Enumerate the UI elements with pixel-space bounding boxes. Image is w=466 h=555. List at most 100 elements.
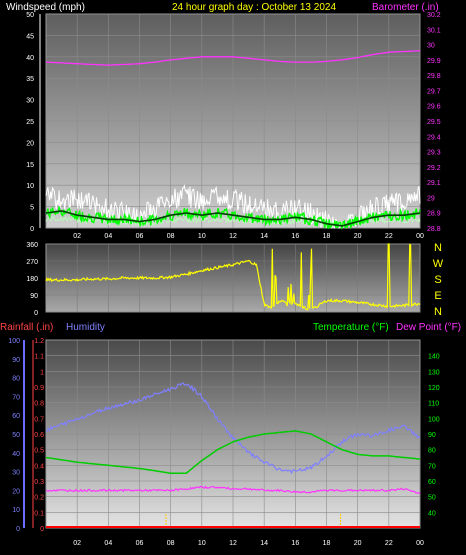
hour-tick-label: 22 [385,233,393,240]
humidity-tick-label: 80 [12,376,20,383]
temperature-tick-label: 70 [428,463,436,470]
rain-tick-label: 0 [40,526,44,533]
hour-tick-label: 12 [229,233,237,240]
hour-tick-label: 18 [323,540,331,547]
barometer-tick-label: 28.8 [427,226,441,233]
hour-tick-label: 12 [229,540,237,547]
wind-tick-label: 50 [26,12,34,19]
barometer-tick-label: 29.1 [427,180,441,187]
hour-tick-label: 14 [260,540,268,547]
direction-tick-label: 270 [26,259,38,266]
wind-tick-label: 20 [26,140,34,147]
hour-tick-label: 02 [73,540,81,547]
hour-tick-label: 18 [323,233,331,240]
rain-tick-label: 0.4 [34,463,44,470]
barometer-tick-label: 29.4 [427,134,441,141]
compass-label: N [434,242,442,254]
direction-tick-label: 360 [26,242,38,249]
hour-tick-label: 20 [354,233,362,240]
temperature-tick-label: 120 [428,385,440,392]
hour-tick-label: 22 [385,540,393,547]
barometer-tick-label: 30.2 [427,12,441,19]
humidity-tick-label: 40 [12,451,20,458]
rain-tick-label: 0.3 [34,479,44,486]
temperature-tick-label: 90 [428,432,436,439]
humidity-tick-label: 20 [12,488,20,495]
hour-tick-label: 06 [136,540,144,547]
wind-tick-label: 30 [26,98,34,105]
humidity-axis-label: Humidity [66,322,105,333]
graph-title: 24 hour graph day : October 13 2024 [172,2,336,13]
wind-tick-label: 25 [26,119,34,126]
humidity-tick-label: 50 [12,432,20,439]
hour-tick-label: 16 [291,540,299,547]
humidity-tick-label: 90 [12,357,20,364]
wind-tick-label: 0 [30,226,34,233]
rain-tick-label: 0.2 [34,495,44,502]
temperature-tick-label: 40 [428,510,436,517]
barometer-tick-label: 29.3 [427,150,441,157]
barometer-tick-label: 29.7 [427,88,441,95]
barometer-tick-label: 29.2 [427,165,441,172]
rain-tick-label: 1 [40,369,44,376]
humidity-tick-label: 100 [8,338,20,345]
hour-tick-label: 14 [260,233,268,240]
wind-axis-label: Windspeed (mph) [6,2,85,13]
temperature-tick-label: 80 [428,448,436,455]
hour-tick-label: 10 [198,233,206,240]
barometer-tick-label: 30.1 [427,27,441,34]
compass-label: S [434,274,441,286]
compass-label: W [433,258,444,270]
hour-tick-label: 10 [198,540,206,547]
weather-graph: Windspeed (mph) 24 hour graph day : Octo… [0,2,461,547]
barometer-tick-label: 29.6 [427,104,441,111]
hour-tick-label: 04 [104,540,112,547]
wind-tick-label: 45 [26,33,34,40]
rain-tick-label: 0.7 [34,416,44,423]
hour-tick-label: 04 [104,233,112,240]
hour-tick-label: 00 [416,233,424,240]
wind-tick-label: 15 [26,162,34,169]
barometer-tick-label: 28.9 [427,211,441,218]
hour-tick-label: 06 [136,233,144,240]
hour-tick-label: 20 [354,540,362,547]
temperature-tick-label: 60 [428,479,436,486]
wind-tick-label: 35 [26,76,34,83]
humidity-tick-label: 30 [12,470,20,477]
compass-label: N [434,306,442,318]
temperature-tick-label: 50 [428,495,436,502]
humidity-tick-label: 70 [12,394,20,401]
direction-tick-label: 0 [34,310,38,317]
hour-tick-label: 02 [73,233,81,240]
humidity-tick-label: 0 [16,526,20,533]
barometer-tick-label: 30 [427,43,435,50]
temperature-tick-label: 140 [428,354,440,361]
humidity-tick-label: 10 [12,507,20,514]
humidity-tick-label: 60 [12,413,20,420]
rain-tick-label: 0.5 [34,448,44,455]
rain-tick-label: 1.2 [34,338,44,345]
barometer-tick-label: 29.9 [427,58,441,65]
wind-tick-label: 40 [26,55,34,62]
temperature-tick-label: 130 [428,369,440,376]
barometer-tick-label: 29 [427,195,435,202]
rain-tick-label: 0.9 [34,385,44,392]
wind-tick-label: 5 [30,205,34,212]
rainfall-axis-label: Rainfall (.in) [0,322,53,333]
temperature-tick-label: 100 [428,416,440,423]
compass-label: E [434,290,441,302]
rain-tick-label: 0.6 [34,432,44,439]
direction-tick-label: 180 [26,276,38,283]
wind-tick-label: 10 [26,183,34,190]
rain-tick-label: 0.8 [34,401,44,408]
rain-tick-label: 1.1 [34,354,44,361]
temperature-axis-label: Temperature (°F) [313,322,389,333]
dewpoint-axis-label: Dew Point (°F) [396,322,461,333]
rain-tick-label: 0.1 [34,510,44,517]
barometer-tick-label: 29.5 [427,119,441,126]
barometer-tick-label: 29.8 [427,73,441,80]
temperature-tick-label: 110 [428,401,439,408]
hour-tick-label: 16 [291,233,299,240]
hour-tick-label: 08 [167,233,175,240]
hour-tick-label: 00 [416,540,424,547]
